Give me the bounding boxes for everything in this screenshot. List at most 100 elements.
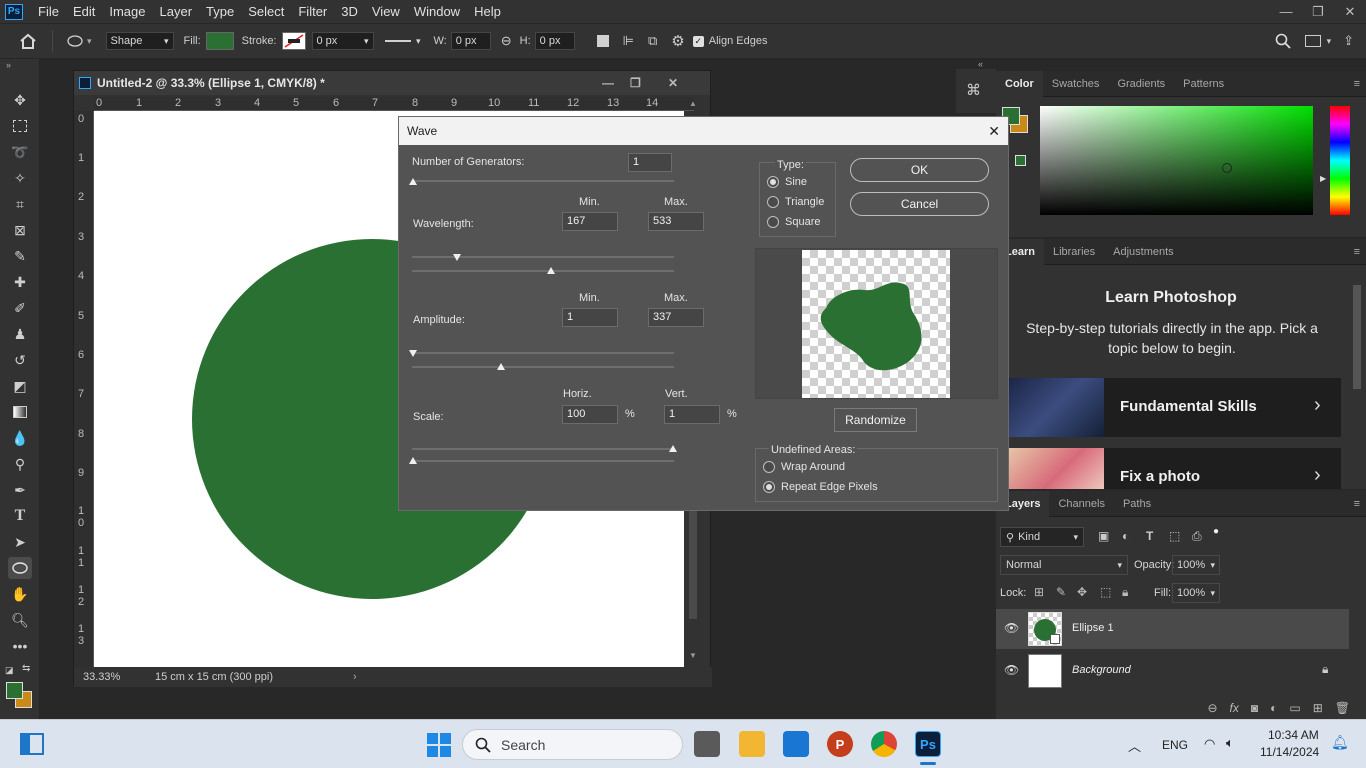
wavelength-max-slider[interactable]	[412, 270, 674, 272]
magic-wand-tool-icon[interactable]: ✧	[8, 167, 32, 189]
history-brush-tool-icon[interactable]: ↺	[8, 349, 32, 371]
layer-name[interactable]: Ellipse 1	[1072, 622, 1114, 634]
cancel-button[interactable]: Cancel	[850, 192, 989, 216]
lock-position-icon[interactable]: ✥	[1077, 585, 1087, 599]
opacity-input[interactable]: 100% ▾	[1172, 555, 1220, 575]
type-square-radio[interactable]	[767, 216, 779, 228]
tab-channels[interactable]: Channels	[1049, 491, 1113, 517]
width-input[interactable]: 0 px	[450, 32, 491, 50]
search-icon[interactable]	[1275, 33, 1291, 49]
menu-image[interactable]: Image	[102, 4, 152, 19]
amplitude-max-slider[interactable]	[412, 366, 674, 368]
path-operations-icon[interactable]	[596, 35, 609, 47]
type-tool-icon[interactable]: T	[8, 505, 32, 527]
learn-card-fundamental-skills[interactable]: Fundamental Skills ›	[1006, 378, 1341, 437]
move-tool-icon[interactable]: ✥	[8, 89, 32, 111]
filter-smart-object-icon[interactable]: ⎙	[1192, 529, 1202, 544]
stroke-swatch[interactable]	[281, 32, 306, 50]
panel-menu-icon[interactable]: ≡	[1354, 498, 1360, 510]
status-menu-icon[interactable]: ›	[353, 671, 357, 683]
link-layers-icon[interactable]: ⊖	[1207, 701, 1217, 715]
stroke-type-select[interactable]: ▾	[379, 32, 426, 50]
filter-type-icon[interactable]: T	[1146, 529, 1153, 543]
search-box[interactable]: Search	[462, 729, 683, 760]
amplitude-min-thumb[interactable]	[409, 350, 417, 357]
path-selection-tool-icon[interactable]: ➤	[8, 531, 32, 553]
filter-image-icon[interactable]: ▣	[1098, 529, 1109, 543]
scroll-up-icon[interactable]: ▲	[689, 99, 697, 108]
scroll-down-icon[interactable]: ▼	[689, 651, 697, 660]
fill-input[interactable]: 100% ▾	[1172, 583, 1220, 603]
wavelength-min-slider[interactable]	[412, 256, 674, 258]
lock-pixels-icon[interactable]: ⊞	[1034, 585, 1044, 599]
tab-adjustments[interactable]: Adjustments	[1104, 239, 1183, 265]
filter-toggle-icon[interactable]: ●	[1213, 526, 1219, 537]
generators-slider[interactable]	[412, 180, 674, 182]
panel-menu-icon[interactable]: ≡	[1354, 78, 1360, 90]
learn-card-fix-a-photo[interactable]: Fix a photo ›	[1006, 448, 1341, 489]
doc-restore-button[interactable]: ❐	[630, 76, 641, 90]
path-arrangement-icon[interactable]: ⧉	[648, 33, 657, 49]
lock-all-icon[interactable]: 🔒︎	[1122, 585, 1128, 600]
wifi-icon[interactable]: ◠	[1204, 736, 1215, 752]
fx-icon[interactable]: fx	[1230, 701, 1239, 715]
eraser-tool-icon[interactable]: ◩	[8, 375, 32, 397]
menu-layer[interactable]: Layer	[153, 4, 200, 19]
minimize-button[interactable]: —	[1270, 4, 1302, 20]
color-field[interactable]	[1040, 106, 1313, 215]
new-layer-icon[interactable]: ⊞	[1313, 701, 1323, 715]
filter-adjustment-icon[interactable]: ◐	[1122, 529, 1129, 543]
delete-layer-icon[interactable]: 🗑︎	[1335, 701, 1350, 715]
clock-time[interactable]: 10:34 AM	[1268, 728, 1319, 742]
restore-button[interactable]: ❐	[1302, 4, 1334, 20]
web-safe-swatch[interactable]	[1015, 155, 1026, 166]
generators-slider-thumb[interactable]	[409, 178, 417, 185]
amplitude-max-thumb[interactable]	[497, 363, 505, 370]
menu-view[interactable]: View	[365, 4, 407, 19]
wrap-around-radio[interactable]	[763, 461, 775, 473]
menu-file[interactable]: File	[31, 4, 66, 19]
home-icon[interactable]	[18, 31, 38, 51]
type-sine-radio[interactable]	[767, 176, 779, 188]
start-button[interactable]	[427, 733, 451, 757]
brush-tool-icon[interactable]: ✐	[8, 297, 32, 319]
crop-tool-icon[interactable]: ⌗	[8, 193, 32, 215]
height-input[interactable]: 0 px	[534, 32, 575, 50]
chevron-down-icon[interactable]: ▾	[1327, 36, 1332, 47]
randomize-button[interactable]: Randomize	[834, 408, 917, 432]
healing-brush-tool-icon[interactable]: ✚	[8, 271, 32, 293]
visibility-eye-icon[interactable]: 👁︎	[1004, 663, 1019, 677]
foreground-color-swatch[interactable]	[6, 682, 23, 699]
history-panel-icon[interactable]: ⌘	[966, 81, 981, 99]
collapse-panels-icon[interactable]: «	[978, 59, 983, 69]
menu-edit[interactable]: Edit	[66, 4, 102, 19]
wavelength-min-thumb[interactable]	[453, 254, 461, 261]
gradient-tool-icon[interactable]	[8, 401, 32, 423]
tab-patterns[interactable]: Patterns	[1174, 71, 1233, 97]
amplitude-min-input[interactable]: 1	[562, 308, 618, 327]
filter-shape-icon[interactable]: ⬚	[1169, 529, 1180, 543]
share-icon[interactable]: ⇪	[1343, 33, 1354, 49]
hand-tool-icon[interactable]: ✋	[8, 583, 32, 605]
marquee-tool-icon[interactable]	[8, 115, 32, 137]
chrome-icon[interactable]	[871, 731, 897, 757]
tab-libraries[interactable]: Libraries	[1044, 239, 1104, 265]
menu-filter[interactable]: Filter	[291, 4, 334, 19]
menu-select[interactable]: Select	[241, 4, 291, 19]
fill-swatch[interactable]	[205, 32, 234, 50]
dodge-tool-icon[interactable]: ⚲	[8, 453, 32, 475]
scale-vert-thumb[interactable]	[409, 457, 417, 464]
menu-window[interactable]: Window	[407, 4, 467, 19]
hue-slider[interactable]	[1330, 106, 1350, 215]
clone-stamp-tool-icon[interactable]: ♟	[8, 323, 32, 345]
wavelength-max-thumb[interactable]	[547, 267, 555, 274]
scale-vert-input[interactable]: 1	[664, 405, 720, 424]
file-explorer-icon[interactable]	[739, 731, 765, 757]
zoom-level[interactable]: 33.33%	[83, 671, 147, 683]
add-mask-icon[interactable]: ◙	[1251, 701, 1258, 715]
new-adjustment-layer-icon[interactable]: ◐	[1270, 701, 1277, 715]
swap-colors-icon[interactable]: ⇆	[22, 663, 30, 674]
wavelength-min-input[interactable]: 167	[562, 212, 618, 231]
layer-row-ellipse-1[interactable]: 👁︎ Ellipse 1	[996, 609, 1349, 649]
workspace-icon[interactable]	[1304, 35, 1321, 47]
